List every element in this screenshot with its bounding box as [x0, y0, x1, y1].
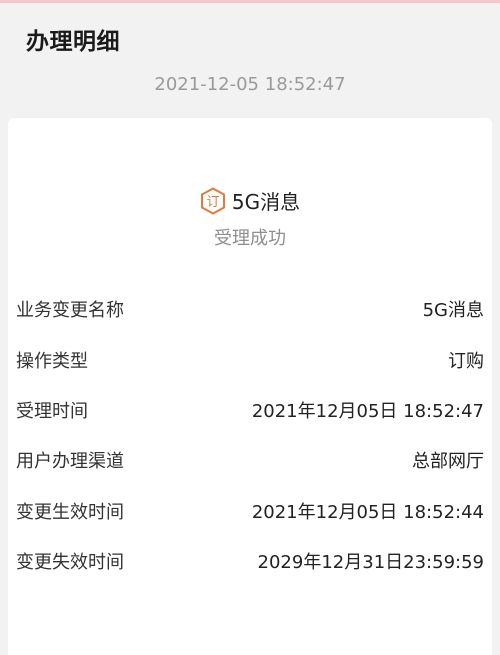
- subscribe-hexagon-icon: 订: [200, 186, 225, 215]
- detail-value: 2029年12月31日23:59:59: [257, 552, 484, 574]
- detail-value: 5G消息: [422, 300, 484, 322]
- detail-label: 变更生效时间: [16, 501, 124, 523]
- detail-value: 2021年12月05日 18:52:44: [251, 501, 484, 523]
- detail-row-channel: 用户办理渠道 总部网厅: [8, 435, 492, 485]
- detail-value: 订购: [448, 350, 484, 372]
- detail-row-change-name: 业务变更名称 5G消息: [8, 284, 492, 334]
- page-title: 办理明细: [26, 29, 120, 55]
- detail-label: 受理时间: [16, 400, 88, 422]
- top-accent-bar: [0, 0, 500, 3]
- detail-row-effective-time: 变更生效时间 2021年12月05日 18:52:44: [8, 486, 492, 536]
- detail-row-operation-type: 操作类型 订购: [8, 334, 492, 384]
- detail-row-accept-time: 受理时间 2021年12月05日 18:52:47: [8, 385, 492, 435]
- detail-list: 业务变更名称 5G消息 操作类型 订购 受理时间 2021年12月05日 18:…: [8, 284, 492, 586]
- service-header: 订 5G消息: [8, 186, 492, 215]
- icon-glyph: 订: [206, 195, 219, 210]
- detail-row-expiry-time: 变更失效时间 2029年12月31日23:59:59: [8, 536, 492, 586]
- transaction-timestamp: 2021-12-05 18:52:47: [154, 74, 346, 95]
- detail-label: 操作类型: [16, 350, 88, 372]
- detail-card: 订 5G消息 受理成功 业务变更名称 5G消息 操作类型 订购 受理时间 202…: [8, 118, 492, 655]
- detail-value: 总部网厅: [412, 451, 484, 473]
- detail-label: 业务变更名称: [16, 300, 124, 322]
- detail-label: 变更失效时间: [16, 552, 124, 574]
- service-name: 5G消息: [231, 190, 301, 214]
- detail-value: 2021年12月05日 18:52:47: [251, 400, 484, 422]
- detail-label: 用户办理渠道: [16, 451, 124, 473]
- service-status: 受理成功: [214, 228, 286, 249]
